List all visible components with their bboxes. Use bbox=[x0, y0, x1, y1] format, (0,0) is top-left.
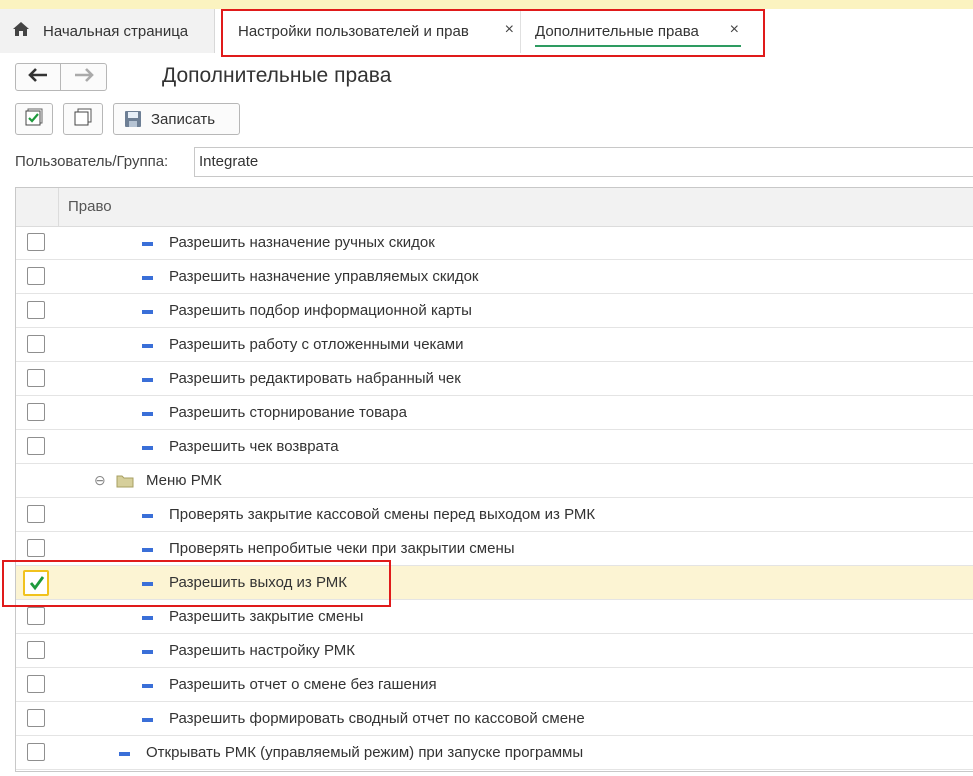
checkbox[interactable] bbox=[27, 539, 45, 557]
uncheck-all-button[interactable] bbox=[63, 103, 103, 135]
checkbox[interactable] bbox=[27, 641, 45, 659]
table-row[interactable]: Проверять непробитые чеки при закрытии с… bbox=[16, 532, 973, 566]
table-row[interactable]: Разрешить назначение управляемых скидок bbox=[16, 260, 973, 294]
checkbox[interactable] bbox=[27, 505, 45, 523]
tab-home[interactable]: Начальная страница bbox=[0, 9, 215, 53]
item-marker-icon bbox=[142, 650, 153, 654]
right-label: Разрешить подбор информационной карты bbox=[169, 302, 472, 319]
right-label: Разрешить формировать сводный отчет по к… bbox=[169, 710, 585, 727]
checkbox[interactable] bbox=[27, 233, 45, 251]
checkbox-checked[interactable] bbox=[23, 570, 49, 596]
save-button-label: Записать bbox=[151, 110, 216, 128]
group-label: Меню РМК bbox=[146, 472, 222, 489]
checkmark-icon bbox=[29, 576, 45, 591]
rights-table: Право Разрешить назначение ручных скидок… bbox=[15, 187, 973, 772]
checkbox[interactable] bbox=[27, 743, 45, 761]
close-icon[interactable]: × bbox=[730, 21, 739, 39]
right-label: Разрешить работу с отложенными чеками bbox=[169, 336, 464, 353]
table-row[interactable]: Разрешить назначение ручных скидок bbox=[16, 226, 973, 260]
home-icon bbox=[12, 21, 30, 41]
table-row[interactable]: Проверять закрытие кассовой смены перед … bbox=[16, 498, 973, 532]
item-marker-icon bbox=[142, 378, 153, 382]
save-button[interactable]: Записать bbox=[113, 103, 240, 135]
item-marker-icon bbox=[142, 446, 153, 450]
table-row[interactable]: Разрешить редактировать набранный чек bbox=[16, 362, 973, 396]
collapse-icon[interactable]: ⊖ bbox=[94, 472, 106, 489]
column-header-right: Право bbox=[68, 198, 112, 215]
table-row[interactable]: Открывать РМК (управляемый режим) при за… bbox=[16, 736, 973, 770]
item-marker-icon bbox=[119, 752, 130, 756]
floppy-disk-icon bbox=[124, 110, 142, 128]
right-label: Разрешить редактировать набранный чек bbox=[169, 370, 461, 387]
table-header: Право bbox=[16, 188, 973, 227]
arrow-left-icon bbox=[28, 68, 48, 86]
group-row[interactable]: ⊖ Меню РМК bbox=[16, 464, 973, 498]
arrow-right-icon bbox=[74, 68, 94, 86]
right-label: Разрешить сторнирование товара bbox=[169, 404, 407, 421]
item-marker-icon bbox=[142, 616, 153, 620]
table-row[interactable]: Разрешить работу с отложенными чеками bbox=[16, 328, 973, 362]
table-row[interactable]: Разрешить подбор информационной карты bbox=[16, 294, 973, 328]
right-label: Разрешить настройку РМК bbox=[169, 642, 356, 659]
item-marker-icon bbox=[142, 310, 153, 314]
right-label: Разрешить закрытие смены bbox=[169, 608, 364, 625]
checkbox[interactable] bbox=[27, 267, 45, 285]
forward-button[interactable] bbox=[60, 63, 107, 91]
folder-icon bbox=[116, 475, 134, 488]
table-row[interactable]: Разрешить настройку РМК bbox=[16, 634, 973, 668]
checkbox[interactable] bbox=[27, 675, 45, 693]
tab-home-label: Начальная страница bbox=[43, 22, 189, 40]
item-marker-icon bbox=[142, 276, 153, 280]
item-marker-icon bbox=[142, 684, 153, 688]
right-label: Разрешить выход из РМК bbox=[169, 574, 348, 591]
checkbox[interactable] bbox=[27, 301, 45, 319]
table-row[interactable]: Разрешить закрытие смены bbox=[16, 600, 973, 634]
checkbox[interactable] bbox=[27, 369, 45, 387]
table-row[interactable]: Разрешить сторнирование товара bbox=[16, 396, 973, 430]
right-label: Проверять непробитые чеки при закрытии с… bbox=[169, 540, 515, 557]
tab-user-settings[interactable]: Настройки пользователей и прав × bbox=[229, 9, 521, 53]
checkbox[interactable] bbox=[27, 403, 45, 421]
right-label: Открывать РМК (управляемый режим) при за… bbox=[146, 744, 584, 761]
tab-additional-rights-label: Дополнительные права bbox=[535, 22, 699, 40]
item-marker-icon bbox=[142, 412, 153, 416]
checkbox[interactable] bbox=[27, 709, 45, 727]
item-marker-icon bbox=[142, 582, 153, 586]
table-row[interactable]: Разрешить выход из РМК bbox=[16, 566, 973, 600]
item-marker-icon bbox=[142, 548, 153, 552]
checkbox[interactable] bbox=[27, 437, 45, 455]
page-title: Дополнительные права bbox=[162, 64, 392, 87]
tab-user-settings-label: Настройки пользователей и прав bbox=[238, 22, 469, 40]
close-icon[interactable]: × bbox=[505, 21, 514, 39]
back-button[interactable] bbox=[15, 63, 61, 91]
right-label: Проверять закрытие кассовой смены перед … bbox=[169, 506, 596, 523]
tab-additional-rights[interactable]: Дополнительные права × bbox=[525, 9, 745, 53]
copy-icon bbox=[74, 108, 92, 130]
item-marker-icon bbox=[142, 344, 153, 348]
check-all-icon bbox=[25, 108, 43, 130]
right-label: Разрешить чек возврата bbox=[169, 438, 339, 455]
top-strip bbox=[0, 0, 973, 9]
checkbox[interactable] bbox=[27, 607, 45, 625]
check-all-button[interactable] bbox=[15, 103, 53, 135]
item-marker-icon bbox=[142, 514, 153, 518]
right-label: Разрешить отчет о смене без гашения bbox=[169, 676, 437, 693]
right-label: Разрешить назначение ручных скидок bbox=[169, 234, 435, 251]
right-label: Разрешить назначение управляемых скидок bbox=[169, 268, 479, 285]
table-row[interactable]: Разрешить отчет о смене без гашения bbox=[16, 668, 973, 702]
table-row[interactable]: Разрешить чек возврата bbox=[16, 430, 973, 464]
checkbox[interactable] bbox=[27, 335, 45, 353]
column-separator bbox=[58, 188, 59, 226]
item-marker-icon bbox=[142, 242, 153, 246]
table-row[interactable]: Разрешить формировать сводный отчет по к… bbox=[16, 702, 973, 736]
user-group-field[interactable]: Integrate bbox=[194, 147, 973, 177]
user-group-label: Пользователь/Группа: bbox=[15, 153, 169, 170]
item-marker-icon bbox=[142, 718, 153, 722]
active-tab-underline bbox=[535, 45, 741, 47]
